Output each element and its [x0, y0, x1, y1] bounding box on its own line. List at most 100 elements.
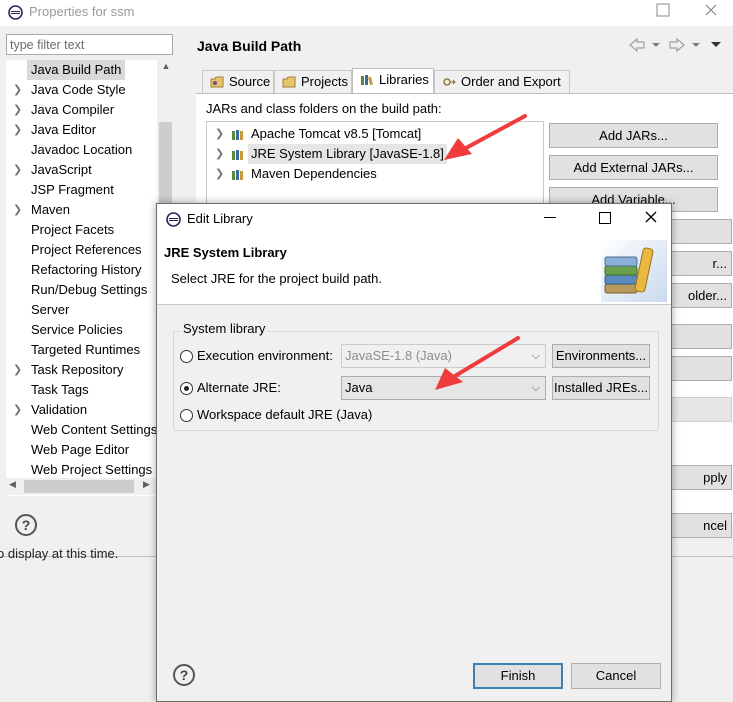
chevron-down-icon	[652, 43, 660, 47]
source-folder-icon	[210, 76, 224, 88]
tree-item-label: Task Repository	[31, 362, 124, 377]
tree-horizontal-scroll-thumb[interactable]	[24, 480, 134, 493]
tree-item-label: Run/Debug Settings	[31, 282, 148, 297]
back-arrow-icon	[629, 37, 645, 53]
tab-order-and-export[interactable]: Order and Export	[434, 70, 570, 94]
library-icon	[232, 150, 243, 160]
add-class-folder-button[interactable]: older...	[670, 283, 732, 308]
installed-jres-button[interactable]: Installed JREs...	[552, 376, 650, 400]
maximize-icon[interactable]	[599, 212, 611, 224]
tree-item-label: Maven	[31, 202, 71, 217]
disabled-button	[670, 397, 732, 422]
tree-item-label: Targeted Runtimes	[31, 342, 141, 357]
tree-item-web-page-editor[interactable]: Web Page Editor	[6, 440, 166, 460]
chevron-right-icon[interactable]: ❯	[13, 100, 22, 120]
scroll-right-icon[interactable]: ▶	[143, 479, 155, 493]
hidden-button[interactable]	[670, 324, 732, 349]
chevron-right-icon[interactable]: ❯	[13, 80, 22, 100]
filter-input[interactable]	[6, 34, 173, 55]
radio-button[interactable]	[180, 350, 193, 363]
minimize-icon[interactable]	[544, 217, 556, 218]
chevron-down-icon: ⌵	[531, 350, 540, 362]
tree-item-javadoc-location[interactable]: Javadoc Location	[6, 140, 166, 160]
tree-item-javascript[interactable]: ❯ JavaScript	[6, 160, 166, 180]
radio-button[interactable]	[180, 409, 193, 422]
tab-libraries[interactable]: Libraries	[352, 68, 434, 94]
tree-item-web-content-settings[interactable]: Web Content Settings	[6, 420, 166, 440]
help-icon[interactable]: ?	[15, 514, 37, 536]
tree-item-task-tags[interactable]: Task Tags	[6, 380, 166, 400]
eclipse-icon	[8, 5, 23, 20]
scroll-left-icon[interactable]: ◀	[9, 479, 21, 493]
chevron-right-icon[interactable]: ❯	[215, 144, 224, 164]
library-tree: ❯ Apache Tomcat v8.5 [Tomcat] ❯ JRE Syst…	[206, 121, 544, 211]
tree-item-refactoring-history[interactable]: Refactoring History	[6, 260, 166, 280]
alternate-jre-select[interactable]: Java ⌵	[341, 376, 546, 400]
tree-item-java-editor[interactable]: ❯ Java Editor	[6, 120, 166, 140]
close-icon[interactable]	[703, 2, 719, 18]
tab-projects[interactable]: Projects	[274, 70, 352, 94]
add-jars-button[interactable]: Add JARs...	[549, 123, 718, 148]
tree-item-java-build-path[interactable]: Java Build Path	[6, 60, 166, 80]
tree-item-jsp-fragment[interactable]: JSP Fragment	[6, 180, 166, 200]
chevron-right-icon[interactable]: ❯	[215, 164, 224, 184]
select-value: JavaSE-1.8 (Java)	[345, 348, 452, 363]
help-icon[interactable]: ?	[173, 664, 195, 686]
add-external-jars-button[interactable]: Add External JARs...	[549, 155, 718, 180]
hidden-button[interactable]	[670, 219, 732, 244]
tree-item-label: Web Page Editor	[31, 442, 130, 457]
tree-item-validation[interactable]: ❯ Validation	[6, 400, 166, 420]
add-library-button[interactable]: r...	[670, 251, 732, 276]
library-icon	[361, 75, 373, 86]
apply-button[interactable]: pply	[670, 465, 732, 490]
library-banner-icon	[601, 240, 667, 302]
tree-item-label: Web Content Settings	[31, 422, 158, 437]
tree-item-java-code-style[interactable]: ❯ Java Code Style	[6, 80, 166, 100]
finish-button[interactable]: Finish	[473, 663, 563, 689]
chevron-right-icon[interactable]: ❯	[13, 400, 22, 420]
tree-item-task-repository[interactable]: ❯ Task Repository	[6, 360, 166, 380]
tree-item-label: Server	[31, 302, 70, 317]
chevron-right-icon[interactable]: ❯	[13, 360, 22, 380]
eclipse-icon	[166, 212, 181, 227]
dialog-title: Edit Library	[187, 211, 253, 226]
tree-item-maven[interactable]: ❯ Maven	[6, 200, 166, 220]
tree-item-label: Javadoc Location	[31, 142, 133, 157]
library-icon	[232, 130, 243, 140]
scroll-up-icon[interactable]: ▲	[160, 61, 172, 73]
library-label: JRE System Library [JavaSE-1.8]	[248, 144, 447, 164]
cancel-button[interactable]: ncel	[670, 513, 732, 538]
tree-item-server[interactable]: Server	[6, 300, 166, 320]
chevron-right-icon[interactable]: ❯	[13, 200, 22, 220]
tree-item-label: Java Editor	[31, 122, 97, 137]
tree-item-label: Validation	[31, 402, 88, 417]
edit-library-dialog: Edit Library JRE System Library Select J…	[156, 203, 672, 702]
tree-item-label: Service Policies	[31, 322, 123, 337]
chevron-right-icon[interactable]: ❯	[215, 124, 224, 144]
tree-item-java-compiler[interactable]: ❯ Java Compiler	[6, 100, 166, 120]
chevron-down-icon[interactable]: ⌵	[532, 377, 540, 399]
close-icon[interactable]	[643, 209, 659, 225]
divider	[157, 304, 671, 305]
chevron-right-icon[interactable]: ❯	[13, 160, 22, 180]
tree-item-project-references[interactable]: Project References	[6, 240, 166, 260]
radio-button[interactable]	[180, 382, 193, 395]
maximize-icon[interactable]	[656, 3, 670, 17]
tree-item-project-facets[interactable]: Project Facets	[6, 220, 166, 240]
tree-item-run-debug-settings[interactable]: Run/Debug Settings	[6, 280, 166, 300]
library-label: Maven Dependencies	[251, 166, 377, 181]
tab-source[interactable]: Source	[202, 70, 274, 94]
tree-item-web-project-settings[interactable]: Web Project Settings	[6, 460, 166, 480]
library-label: Apache Tomcat v8.5 [Tomcat]	[251, 126, 422, 141]
tree-item-service-policies[interactable]: Service Policies	[6, 320, 166, 340]
cancel-button[interactable]: Cancel	[571, 663, 661, 689]
tree-item-label: Java Code Style	[31, 82, 126, 97]
navigation-arrows[interactable]	[628, 36, 728, 54]
option-label: Alternate JRE:	[197, 380, 281, 395]
tree-item-label: Java Compiler	[31, 102, 115, 117]
chevron-right-icon[interactable]: ❯	[13, 120, 22, 140]
jars-label: JARs and class folders on the build path…	[206, 101, 442, 116]
environments-button[interactable]: Environments...	[552, 344, 650, 368]
hidden-button[interactable]	[670, 356, 732, 381]
tree-item-targeted-runtimes[interactable]: Targeted Runtimes	[6, 340, 166, 360]
